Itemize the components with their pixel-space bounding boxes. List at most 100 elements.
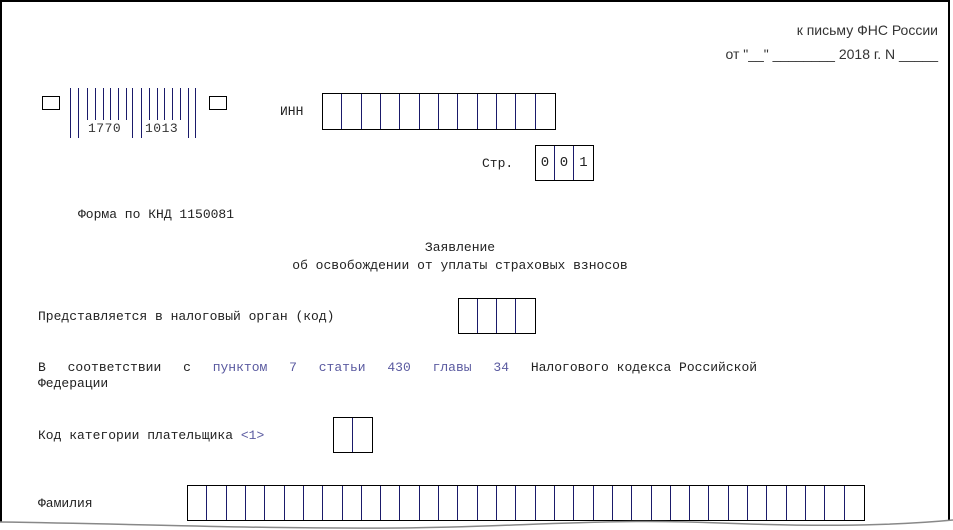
tax-authority-cell[interactable] (478, 299, 497, 333)
barcode-bar (195, 88, 196, 138)
link-punkt[interactable]: пунктом (213, 360, 268, 375)
barcode-bar (118, 88, 119, 120)
torn-page-edge (0, 519, 953, 530)
tax-authority-code-input[interactable] (458, 298, 536, 334)
surname-cell[interactable] (188, 486, 208, 520)
surname-cell[interactable] (362, 486, 382, 520)
barcode-bar (164, 88, 165, 120)
barcode-bar (141, 88, 142, 138)
barcode-bar (188, 88, 189, 138)
page-number-input[interactable]: 001 (535, 145, 594, 181)
surname-cell[interactable] (787, 486, 806, 520)
surname-cell[interactable] (594, 486, 613, 520)
surname-cell[interactable] (458, 486, 478, 520)
surname-cell[interactable] (825, 486, 845, 520)
word-s: с (183, 360, 191, 375)
link-punkt-number[interactable]: 7 (289, 360, 297, 375)
surname-label: Фамилия (38, 496, 93, 511)
form-page: к письму ФНС России от "__" ________ 201… (0, 0, 950, 530)
surname-cell[interactable] (574, 486, 594, 520)
inn-cell[interactable] (323, 94, 343, 129)
page-number-cell[interactable]: 0 (555, 146, 574, 180)
surname-cell[interactable] (613, 486, 633, 520)
inn-cell[interactable] (439, 94, 459, 129)
payer-category-input[interactable] (333, 417, 373, 453)
inn-cell[interactable] (381, 94, 401, 129)
legal-basis-line2: Федерации (38, 376, 109, 391)
inn-cell[interactable] (400, 94, 420, 129)
word-sootv: соответствии (67, 360, 162, 375)
link-statya[interactable]: статьи (319, 360, 366, 375)
surname-cell[interactable] (748, 486, 768, 520)
link-glava-number[interactable]: 34 (493, 360, 509, 375)
footnote-link[interactable]: <1> (241, 428, 264, 443)
surname-cell[interactable] (304, 486, 324, 520)
surname-cell[interactable] (806, 486, 826, 520)
inn-cell[interactable] (342, 94, 362, 129)
surname-cell[interactable] (652, 486, 671, 520)
payer-category-label: Код категории плательщика <1> (38, 428, 264, 443)
barcode-bar (103, 88, 104, 120)
tax-authority-label: Представляется в налоговый орган (код) (38, 309, 335, 324)
surname-cell[interactable] (323, 486, 343, 520)
barcode-bar (172, 88, 173, 120)
tax-authority-cell[interactable] (516, 299, 535, 333)
legal-basis-tail: Налогового кодекса Российской (530, 360, 758, 375)
payer-category-cell[interactable] (334, 418, 353, 452)
inn-input[interactable] (322, 93, 556, 130)
page-number-cell[interactable]: 1 (574, 146, 593, 180)
link-glava[interactable]: главы (433, 360, 472, 375)
surname-cell[interactable] (555, 486, 575, 520)
surname-cell[interactable] (265, 486, 285, 520)
page-number-cell[interactable]: 0 (536, 146, 555, 180)
word-v: В (38, 360, 46, 375)
surname-cell[interactable] (729, 486, 749, 520)
surname-cell[interactable] (516, 486, 536, 520)
surname-cell[interactable] (207, 486, 227, 520)
surname-cell[interactable] (478, 486, 497, 520)
legal-basis-line1: В соответствии с пунктом 7 статьи 430 гл… (38, 360, 757, 375)
barcode-bar (126, 88, 127, 120)
barcode-bar (149, 88, 150, 120)
inn-cell[interactable] (516, 94, 536, 129)
inn-cell[interactable] (362, 94, 381, 129)
barcode-bar (78, 88, 79, 138)
surname-cell[interactable] (536, 486, 555, 520)
surname-cell[interactable] (246, 486, 266, 520)
barcode-digits-left: 1770 (88, 121, 122, 136)
surname-cell[interactable] (671, 486, 691, 520)
form-knd-code: Форма по КНД 1150081 (78, 207, 235, 222)
barcode: 1770 1013 (70, 88, 202, 138)
surname-cell[interactable] (285, 486, 304, 520)
surname-cell[interactable] (709, 486, 729, 520)
payer-category-cell[interactable] (353, 418, 372, 452)
barcode-bar (110, 88, 111, 120)
barcode-bar (87, 88, 88, 120)
letter-date-line: от "__" ________ 2018 г. N _____ (725, 46, 938, 62)
surname-cell[interactable] (690, 486, 710, 520)
surname-cell[interactable] (497, 486, 517, 520)
inn-label: ИНН (280, 104, 304, 119)
inn-cell[interactable] (420, 94, 439, 129)
surname-cell[interactable] (420, 486, 440, 520)
inn-cell[interactable] (478, 94, 497, 129)
surname-cell[interactable] (343, 486, 362, 520)
link-statya-number[interactable]: 430 (387, 360, 410, 375)
inn-cell[interactable] (536, 94, 555, 129)
surname-cell[interactable] (767, 486, 787, 520)
surname-cell[interactable] (845, 486, 864, 520)
surname-cell[interactable] (439, 486, 459, 520)
inn-cell[interactable] (497, 94, 517, 129)
barcode-bar (132, 88, 133, 138)
surname-cell[interactable] (632, 486, 652, 520)
barcode-bar (70, 88, 71, 138)
surname-cell[interactable] (381, 486, 401, 520)
form-title: Заявление (424, 240, 496, 255)
tax-authority-cell[interactable] (497, 299, 516, 333)
inn-cell[interactable] (458, 94, 478, 129)
barcode-bar (95, 88, 96, 120)
tax-authority-cell[interactable] (459, 299, 478, 333)
surname-cell[interactable] (227, 486, 246, 520)
barcode-bar (180, 88, 181, 120)
surname-cell[interactable] (400, 486, 420, 520)
